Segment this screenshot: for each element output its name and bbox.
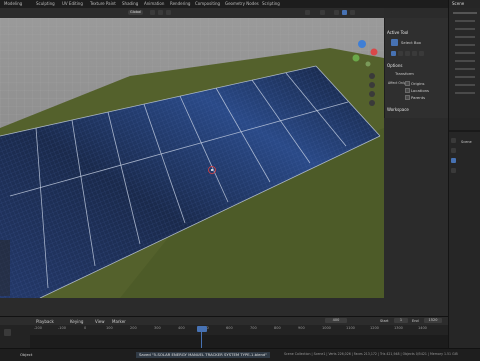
tick-label: 0 [84, 326, 87, 330]
end-label: End [412, 319, 419, 323]
tick-label: 800 [274, 326, 281, 330]
status-bar: Object Saved "5-SOLAR ENERGY MANUEL TRAC… [0, 348, 480, 361]
parents-label: Parents [411, 95, 426, 100]
shading-rendered-icon[interactable] [350, 10, 355, 15]
tick-label: 200 [130, 326, 137, 330]
scene-label[interactable]: Scene [452, 1, 464, 6]
status-mode-label: Object [20, 352, 33, 357]
properties-tab-label: Scene [461, 140, 472, 144]
world-props-icon[interactable] [451, 168, 456, 173]
transform-orientation-dropdown[interactable]: Global [128, 10, 144, 15]
tick-label: -100 [58, 326, 66, 330]
tab-shading[interactable]: Shading [122, 1, 138, 6]
mode-extend-icon[interactable] [398, 51, 403, 56]
tab-modeling[interactable]: Modeling [4, 1, 22, 6]
origins-checkbox[interactable] [405, 81, 410, 86]
select-box-icon[interactable] [391, 39, 398, 46]
origins-label: Origins [411, 81, 425, 86]
end-frame-field[interactable]: 1520 [424, 318, 442, 323]
affect-only-label: Affect Only [388, 81, 406, 85]
3d-viewport[interactable] [0, 18, 384, 298]
shading-solid-icon[interactable] [334, 10, 339, 15]
tick-label: 1000 [322, 326, 331, 330]
outliner-tree[interactable] [449, 8, 480, 118]
tab-animation[interactable]: Animation [144, 1, 164, 6]
outliner-properties-panel: Scene Scene [448, 0, 480, 360]
tick-label: 1300 [394, 326, 403, 330]
tab-texture-paint[interactable]: Texture Paint [90, 1, 116, 6]
toolbar-strip [0, 240, 10, 296]
scene-props-icon[interactable] [451, 158, 456, 163]
current-frame-field[interactable]: 400 [325, 318, 347, 323]
tick-label: 400 [178, 326, 185, 330]
parents-checkbox[interactable] [405, 95, 410, 100]
frame-ruler[interactable]: -200 -100 0 100 200 300 400 500 600 700 … [30, 326, 448, 334]
tick-label: 100 [106, 326, 113, 330]
timeline-header: Playback Keying View Marker 400 Start 1 … [0, 317, 448, 325]
locations-label: Locations [411, 88, 430, 93]
overlay-icon[interactable] [305, 10, 310, 15]
tick-label: 1400 [418, 326, 427, 330]
tick-label: 700 [250, 326, 257, 330]
playback-menu[interactable]: Playback [36, 319, 54, 324]
tab-geometry-nodes[interactable]: Geometry Nodes [225, 1, 259, 6]
render-props-icon[interactable] [451, 148, 456, 153]
tool-sidebar-panel: Active Tool Select Box Options Transform… [384, 18, 449, 118]
locations-checkbox[interactable] [405, 88, 410, 93]
active-tool-heading[interactable]: Active Tool [387, 30, 408, 35]
tool-props-icon[interactable] [451, 138, 456, 143]
tick-label: 1200 [370, 326, 379, 330]
select-box-label: Select Box [401, 40, 421, 45]
start-frame-field[interactable]: 1 [394, 318, 408, 323]
shading-material-icon[interactable] [342, 10, 347, 15]
timeline-track-area[interactable] [30, 335, 448, 349]
tab-sculpting[interactable]: Sculpting [36, 1, 55, 6]
tick-label: 1100 [346, 326, 355, 330]
tab-rendering[interactable]: Rendering [170, 1, 190, 6]
workspace-tabs-bar: Modeling Sculpting UV Editing Texture Pa… [0, 0, 480, 8]
snap-icon[interactable] [158, 10, 163, 15]
tick-label: 900 [298, 326, 305, 330]
view-menu[interactable]: View [95, 319, 105, 324]
viewport-scene [0, 18, 384, 298]
workspace-heading[interactable]: Workspace [387, 107, 409, 112]
start-label: Start [380, 319, 389, 323]
marker-menu[interactable]: Marker [112, 319, 126, 324]
playhead-marker[interactable] [197, 326, 207, 332]
mode-invert-icon[interactable] [412, 51, 417, 56]
mode-subtract-icon[interactable] [405, 51, 410, 56]
tab-scripting[interactable]: Scripting [262, 1, 280, 6]
proportional-icon[interactable] [166, 10, 171, 15]
tick-label: 600 [226, 326, 233, 330]
options-heading[interactable]: Options [387, 63, 402, 68]
mode-new-icon[interactable] [391, 51, 396, 56]
timeline-editor[interactable]: Playback Keying View Marker 400 Start 1 … [0, 316, 448, 349]
keying-menu[interactable]: Keying [70, 319, 83, 324]
pivot-icon[interactable] [150, 10, 155, 15]
scene-statistics: Scene Collection | Scene1 | Verts 226,02… [284, 352, 458, 356]
timeline-editor-type-icon[interactable] [4, 329, 11, 336]
transform-subheading[interactable]: Transform [395, 71, 414, 76]
status-message: Saved "5-SOLAR ENERGY MANUEL TRACKER SYS… [136, 352, 271, 358]
tab-uv-editing[interactable]: UV Editing [62, 1, 83, 6]
mode-intersect-icon[interactable] [419, 51, 424, 56]
tick-label: 300 [154, 326, 161, 330]
playhead-line [201, 332, 202, 349]
tick-label: -200 [34, 326, 42, 330]
tab-compositing[interactable]: Compositing [195, 1, 220, 6]
xray-icon[interactable] [320, 10, 325, 15]
